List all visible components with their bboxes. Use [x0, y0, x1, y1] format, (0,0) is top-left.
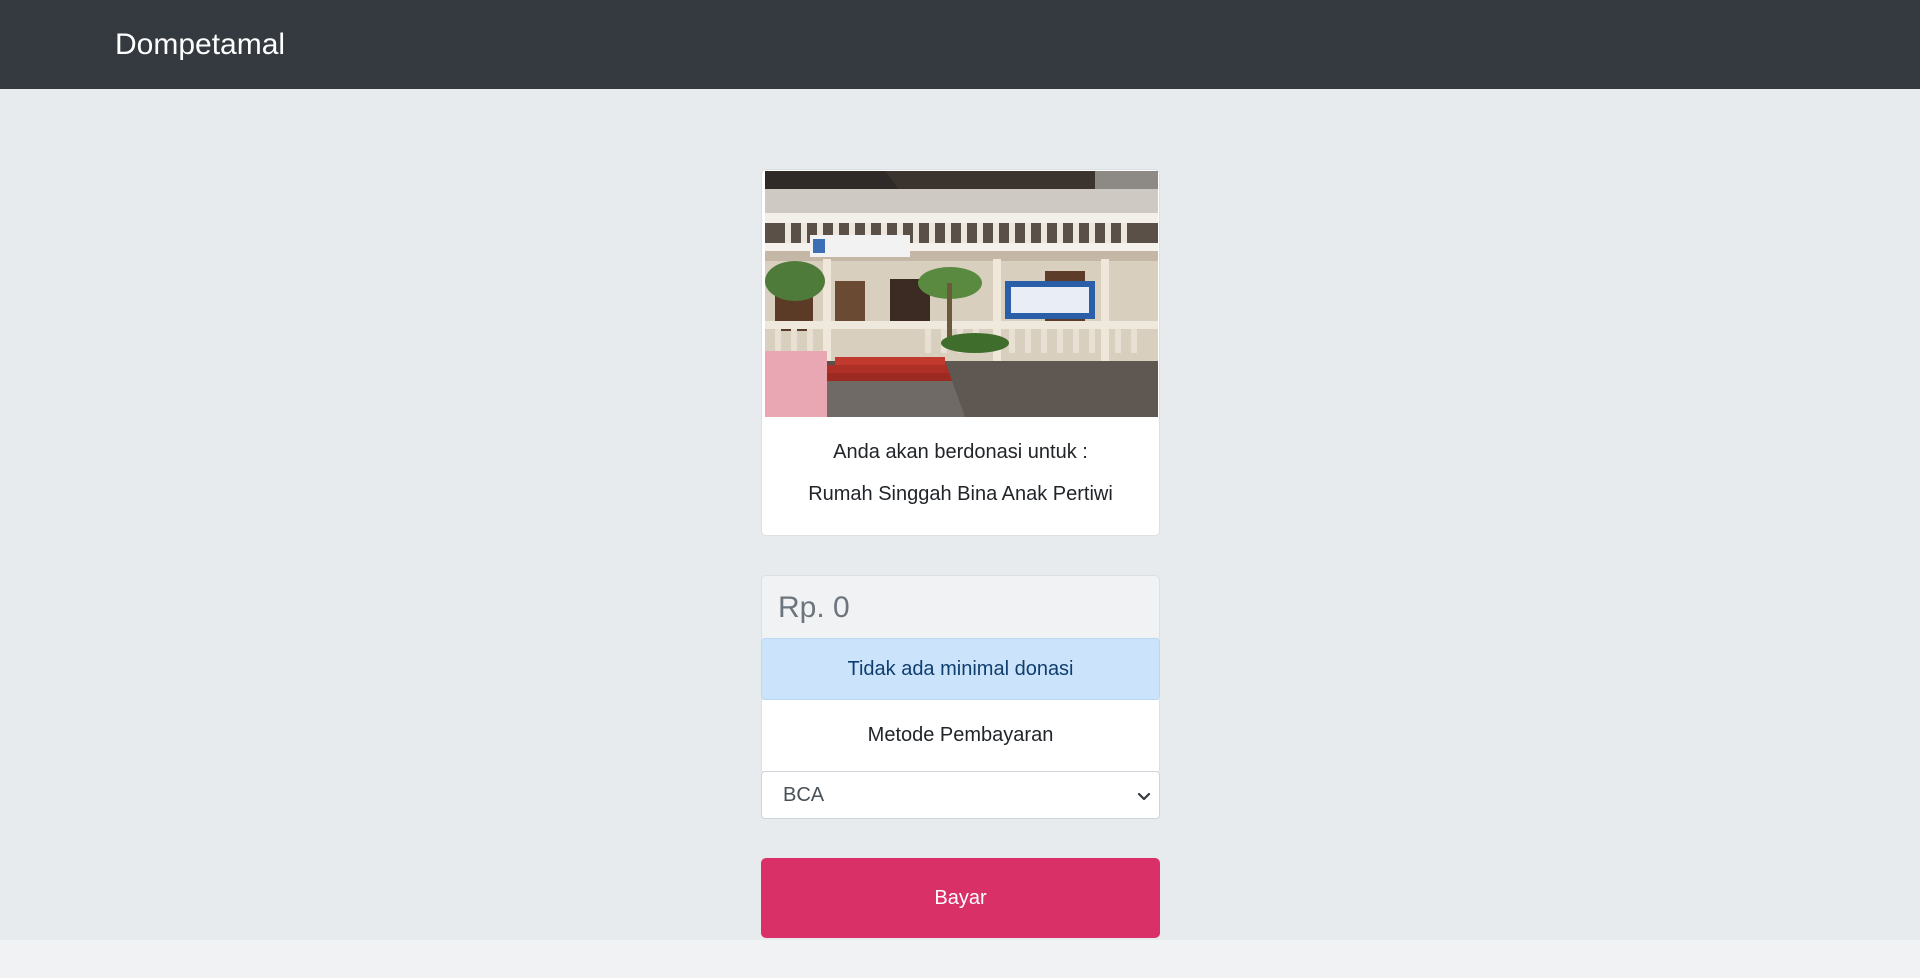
pay-button[interactable]: Bayar	[761, 858, 1160, 938]
brand-logo-link[interactable]: Dompetamal	[115, 28, 285, 62]
donation-amount-input[interactable]	[778, 590, 1138, 626]
payment-method-label-box: Metode Pembayaran	[761, 700, 1160, 771]
shelter-building-photo	[765, 171, 1158, 417]
no-minimum-notice-text: Tidak ada minimal donasi	[847, 657, 1074, 680]
donation-intro-text: Anda akan berdonasi untuk :	[833, 441, 1088, 463]
no-minimum-notice: Tidak ada minimal donasi	[761, 638, 1160, 700]
top-navbar: Dompetamal	[0, 0, 1920, 89]
page-footer	[0, 940, 1920, 978]
payment-method-select[interactable]: BCA	[761, 771, 1160, 819]
recipient-name: Rumah Singgah Bina Anak Pertiwi	[808, 483, 1113, 505]
donation-target-card: Anda akan berdonasi untuk : Rumah Singga…	[761, 169, 1160, 536]
amount-field-container	[761, 575, 1160, 639]
payment-method-selected-value: BCA	[783, 784, 825, 806]
payment-method-label: Metode Pembayaran	[867, 724, 1054, 746]
chevron-down-icon	[1135, 787, 1153, 805]
